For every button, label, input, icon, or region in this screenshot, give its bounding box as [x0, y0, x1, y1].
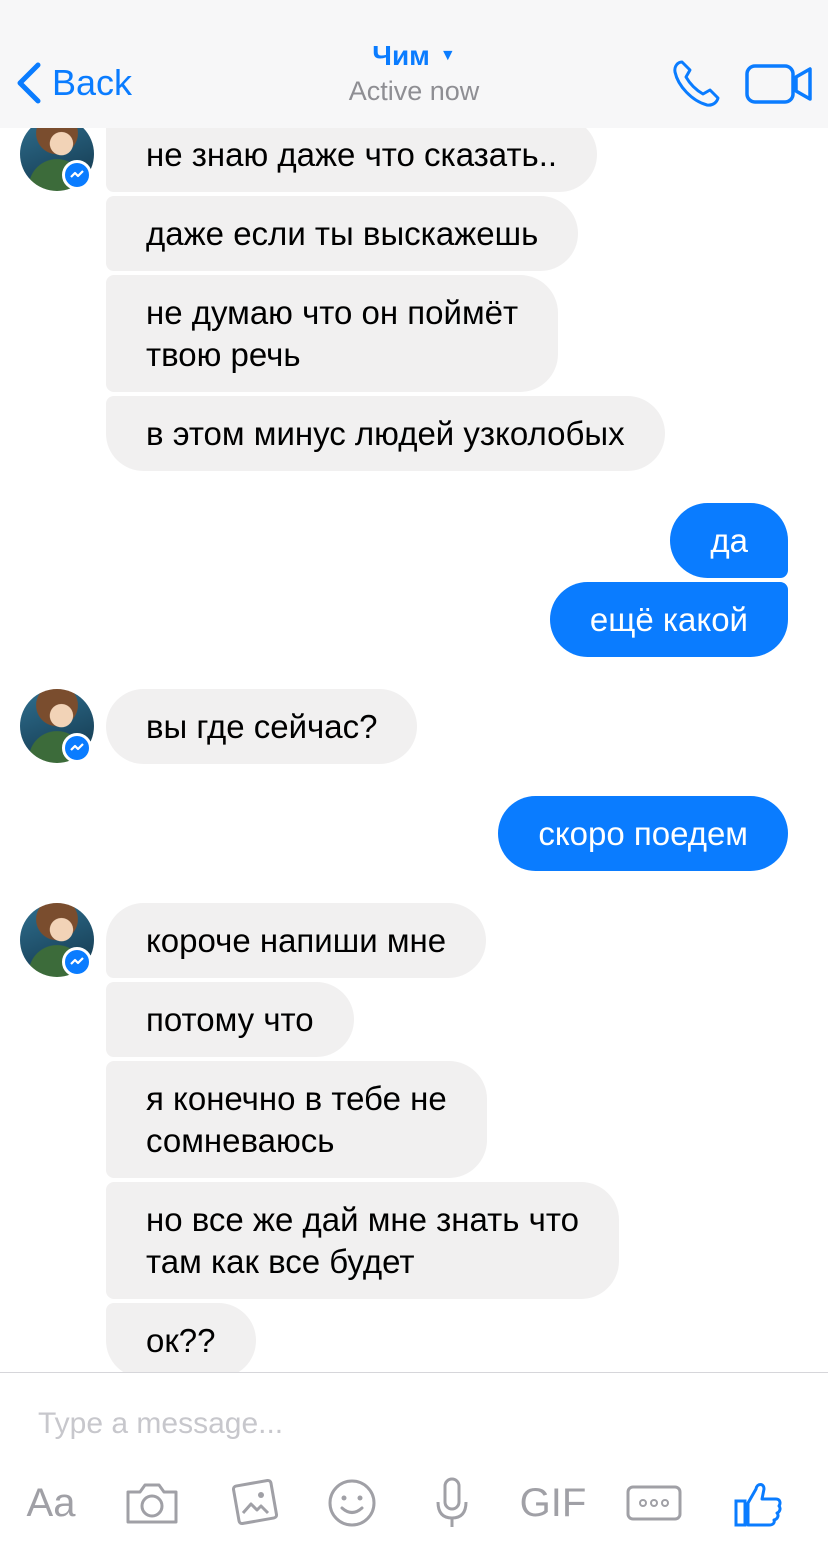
- message-bubble-incoming[interactable]: не думаю что он поймёт твою речь: [106, 275, 559, 392]
- message-text-line: твою речь: [146, 336, 301, 373]
- message-text: не знаю даже что сказать..: [146, 136, 558, 173]
- video-camera-icon[interactable]: [744, 62, 814, 106]
- text-format-button[interactable]: Aa: [20, 1473, 82, 1533]
- messenger-badge-icon: [62, 733, 92, 763]
- message-bubble-outgoing[interactable]: скоро поедем: [498, 796, 788, 871]
- more-button[interactable]: [624, 1473, 684, 1533]
- more-icon: [626, 1485, 682, 1521]
- message-bubble-incoming[interactable]: короче напиши мне: [106, 903, 487, 978]
- message-text: ок??: [146, 1322, 216, 1359]
- emoji-button[interactable]: [324, 1473, 380, 1533]
- message-bubble-incoming[interactable]: не знаю даже что сказать..: [106, 117, 598, 192]
- message-text-line: не думаю что он поймёт: [146, 294, 519, 331]
- camera-icon: [126, 1483, 178, 1524]
- conversation-header: Back Чим ▼ Active now: [0, 0, 828, 128]
- phone-icon[interactable]: [670, 58, 722, 110]
- message-text: да: [710, 522, 748, 559]
- message-bubble-incoming[interactable]: потому что: [106, 982, 354, 1057]
- messenger-badge-icon: [62, 160, 92, 190]
- photo-gallery-button[interactable]: [224, 1473, 284, 1533]
- message-input[interactable]: [36, 1401, 780, 1447]
- message-text: короче напиши мне: [146, 922, 447, 959]
- emoji-icon: [328, 1479, 376, 1527]
- message-bubble-incoming[interactable]: я конечно в тебе не сомневаюсь: [106, 1061, 487, 1178]
- microphone-button[interactable]: [432, 1473, 472, 1533]
- message-text-line: сомневаюсь: [146, 1122, 335, 1159]
- message-text: ещё какой: [589, 601, 748, 638]
- photo-gallery-icon: [231, 1478, 279, 1526]
- text-format-label: Aa: [26, 1480, 76, 1525]
- message-text: потому что: [146, 1001, 314, 1038]
- caret-down-icon: ▼: [439, 47, 456, 64]
- gif-button[interactable]: GIF: [518, 1473, 588, 1533]
- message-text-line: я конечно в тебе не: [146, 1080, 447, 1117]
- messenger-badge-icon: [62, 947, 92, 977]
- message-text-line: но все же дай мне знать что: [146, 1201, 579, 1238]
- message-text: скоро поедем: [538, 815, 748, 852]
- contact-name: Чим: [372, 40, 430, 71]
- message-text: в этом минус людей узколобых: [146, 415, 625, 452]
- like-button[interactable]: [730, 1473, 786, 1533]
- message-bubble-outgoing[interactable]: ещё какой: [549, 582, 788, 657]
- contact-name-button[interactable]: Чим ▼: [372, 40, 455, 72]
- message-bubble-incoming[interactable]: в этом минус людей узколобых: [106, 396, 665, 471]
- message-text: вы где сейчас?: [146, 708, 378, 745]
- camera-button[interactable]: [122, 1473, 182, 1533]
- thumbs-up-icon: [734, 1483, 782, 1527]
- message-text-line: там как все будет: [146, 1243, 415, 1280]
- message-bubble-incoming[interactable]: даже если ты выскажешь: [106, 196, 579, 271]
- microphone-icon: [436, 1477, 468, 1527]
- composer-bar: Aa GIF: [0, 1372, 828, 1551]
- message-bubble-incoming[interactable]: вы где сейчас?: [106, 689, 418, 764]
- message-bubble-incoming[interactable]: ок??: [106, 1303, 256, 1378]
- message-bubble-outgoing[interactable]: да: [670, 503, 788, 578]
- message-bubble-incoming[interactable]: но все же дай мне знать что там как все …: [106, 1182, 619, 1299]
- message-text: даже если ты выскажешь: [146, 215, 539, 252]
- gif-label: GIF: [519, 1480, 587, 1525]
